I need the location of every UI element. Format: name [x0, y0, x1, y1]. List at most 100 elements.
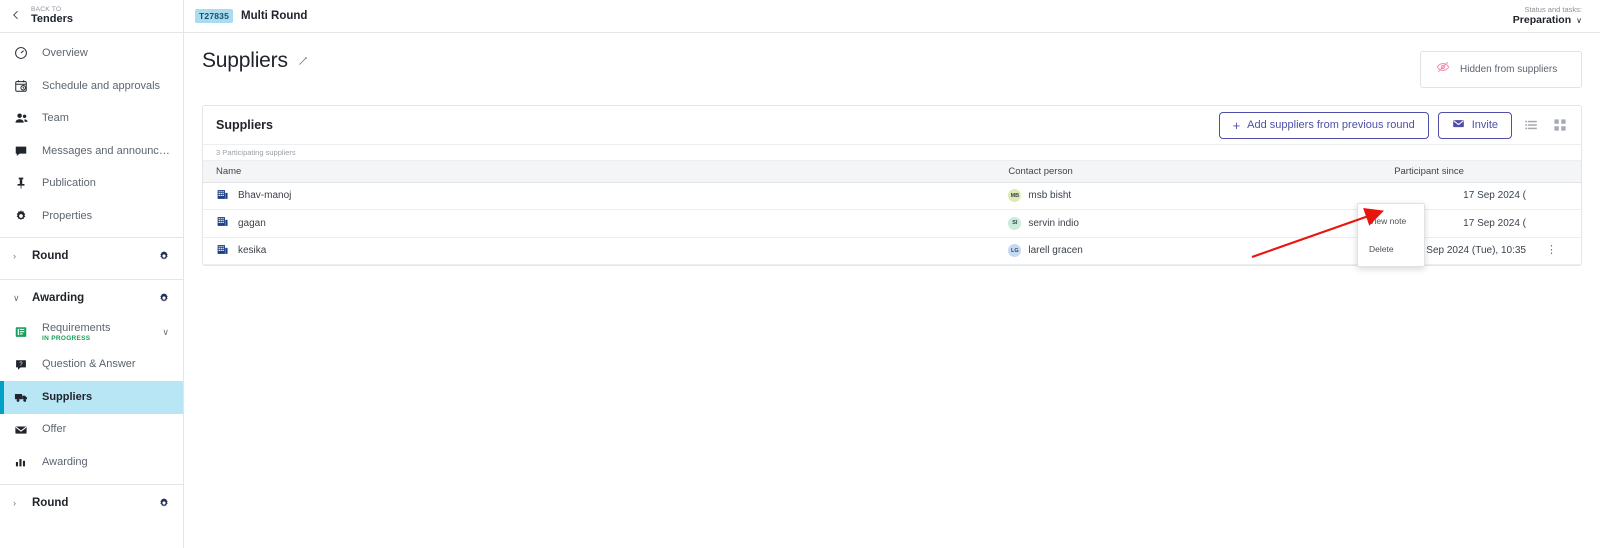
row-context-menu: View note Delete — [1357, 203, 1425, 267]
sidebar-item-awarding[interactable]: Awarding — [0, 446, 183, 479]
gear-icon — [13, 208, 29, 224]
pin-icon — [13, 175, 29, 191]
hidden-badge-label: Hidden from suppliers — [1460, 64, 1558, 75]
sidebar-group-label: Round — [32, 250, 69, 262]
column-header-name[interactable]: Name — [203, 161, 996, 183]
status-value-text: Preparation — [1512, 14, 1572, 27]
column-header-contact-person[interactable]: Contact person — [995, 161, 1382, 183]
context-menu-item-delete[interactable]: Delete — [1358, 235, 1424, 263]
grid-view-icon[interactable] — [1550, 115, 1570, 135]
avatar: SI — [1008, 216, 1022, 230]
gear-icon[interactable] — [158, 497, 170, 509]
sidebar-item-label: Messages and announcem... — [42, 144, 170, 157]
company-icon — [216, 243, 229, 259]
sidebar-item-question-and-answer[interactable]: ? Question & Answer — [0, 349, 183, 382]
add-suppliers-from-previous-round-button[interactable]: + Add suppliers from previous round — [1218, 111, 1429, 139]
sidebar-group-label: Round — [32, 496, 69, 509]
list-view-icon[interactable] — [1521, 115, 1541, 135]
sidebar-item-suppliers[interactable]: Suppliers — [0, 381, 183, 414]
sidebar-item-properties[interactable]: Properties — [0, 200, 183, 233]
content: Suppliers Hidden from suppliers Supplier… — [184, 33, 1600, 548]
sidebar-item-label: Suppliers — [42, 390, 93, 403]
back-to-tenders[interactable]: BACK TO Tenders — [0, 0, 183, 33]
avatar: LG — [1008, 244, 1022, 258]
participant-since-value: 17 Sep 2024 (Tue), 10:35 — [1412, 245, 1526, 257]
contact-person-name: msb bisht — [1028, 190, 1072, 202]
add-suppliers-label: Add suppliers from previous round — [1247, 119, 1415, 131]
column-header-participant-since[interactable]: Participant since — [1381, 161, 1581, 183]
sidebar-item-requirements[interactable]: Requirements IN PROGRESS ∨ — [0, 316, 183, 349]
bar-chart-icon — [13, 454, 29, 470]
main-area: T27835 Multi Round Status and tasks: Pre… — [184, 0, 1600, 548]
table-header: Name Contact person Participant since — [203, 161, 1581, 183]
truck-icon — [13, 389, 29, 405]
participating-suppliers-count: 3 Participating suppliers — [203, 144, 1581, 161]
sidebar-item-label: Requirements — [42, 322, 111, 335]
supplier-name: Bhav-manoj — [238, 190, 292, 202]
svg-text:?: ? — [19, 361, 23, 368]
sidebar-item-overview[interactable]: Overview — [0, 37, 183, 70]
participant-since-value: 17 Sep 2024 ( — [1463, 217, 1526, 229]
chevron-right-icon: › — [13, 251, 16, 261]
sidebar-group-awarding[interactable]: ∨ Awarding — [0, 280, 183, 316]
chevron-down-icon: ∨ — [13, 292, 20, 303]
contact-person-name: larell gracen — [1028, 245, 1083, 257]
question-answer-icon: ? — [13, 357, 29, 373]
tender-title: T27835 Multi Round — [195, 9, 307, 23]
sidebar-group-round-bottom[interactable]: › Round — [0, 485, 183, 521]
sidebar-item-label: Publication — [42, 177, 96, 190]
supplier-name: gagan — [238, 217, 266, 229]
eye-off-icon — [1436, 60, 1450, 79]
primary-nav: Overview Schedule and approvals Team Mes… — [0, 33, 183, 232]
sidebar-item-label: Offer — [42, 423, 67, 436]
participant-since-value: 17 Sep 2024 ( — [1463, 190, 1526, 202]
chevron-down-icon[interactable]: ∨ — [162, 327, 169, 338]
card-header: Suppliers + Add suppliers from previous … — [203, 106, 1581, 144]
company-icon — [216, 188, 229, 204]
company-icon — [216, 215, 229, 231]
sidebar-item-label: Schedule and approvals — [42, 79, 161, 92]
invite-label: Invite — [1471, 119, 1498, 131]
chevron-right-icon: › — [13, 497, 16, 508]
gauge-icon — [13, 45, 29, 61]
card-title: Suppliers — [216, 118, 273, 132]
pencil-icon[interactable] — [297, 55, 309, 67]
people-icon — [13, 110, 29, 126]
gear-icon[interactable] — [158, 292, 170, 304]
sidebar-item-schedule-and-approvals[interactable]: Schedule and approvals — [0, 70, 183, 103]
back-label-main: Tenders — [31, 12, 73, 25]
avatar-initials: LG — [1011, 247, 1019, 254]
status-label: Status and tasks: — [1524, 4, 1582, 14]
sidebar-item-label: Overview — [42, 47, 88, 60]
requirements-icon — [13, 324, 29, 340]
envelope-icon — [13, 422, 29, 438]
invite-button[interactable]: Invite — [1437, 111, 1512, 139]
sidebar-item-label: Question & Answer — [42, 358, 136, 371]
context-menu-item-view-note[interactable]: View note — [1358, 207, 1424, 235]
sidebar-item-offer[interactable]: Offer — [0, 414, 183, 447]
sidebar-item-label: Properties — [42, 209, 93, 222]
page-title-row: Suppliers — [202, 49, 309, 73]
sidebar-group-round-top[interactable]: › Round — [0, 238, 183, 274]
supplier-name: kesika — [238, 245, 267, 257]
tender-name: Multi Round — [241, 10, 308, 22]
status-and-tasks: Status and tasks: Preparation ∨ — [1513, 4, 1582, 27]
table-header-row: Name Contact person Participant since — [203, 161, 1581, 183]
chat-icon — [13, 143, 29, 159]
sidebar-group-label: Awarding — [32, 292, 85, 304]
app-root: BACK TO Tenders Overview Schedule and ap… — [0, 0, 1600, 548]
gear-icon[interactable] — [158, 250, 170, 262]
back-arrow-icon — [10, 9, 22, 23]
avatar-initials: SI — [1012, 220, 1018, 227]
sidebar-item-label: Team — [42, 112, 69, 125]
status-dropdown[interactable]: Preparation ∨ — [1513, 14, 1582, 26]
sidebar-item-team[interactable]: Team — [0, 102, 183, 135]
tender-id-badge: T27835 — [195, 9, 234, 23]
plus-icon: + — [1232, 117, 1241, 133]
sidebar-item-publication[interactable]: Publication — [0, 167, 183, 200]
row-menu-button[interactable]: ⋮ — [1546, 245, 1557, 256]
sidebar-item-messages-and-announcements[interactable]: Messages and announcem... — [0, 135, 183, 168]
page-head: Suppliers Hidden from suppliers — [202, 33, 1582, 88]
sidebar-item-label: Awarding — [42, 455, 88, 468]
topbar: T27835 Multi Round Status and tasks: Pre… — [184, 0, 1600, 33]
